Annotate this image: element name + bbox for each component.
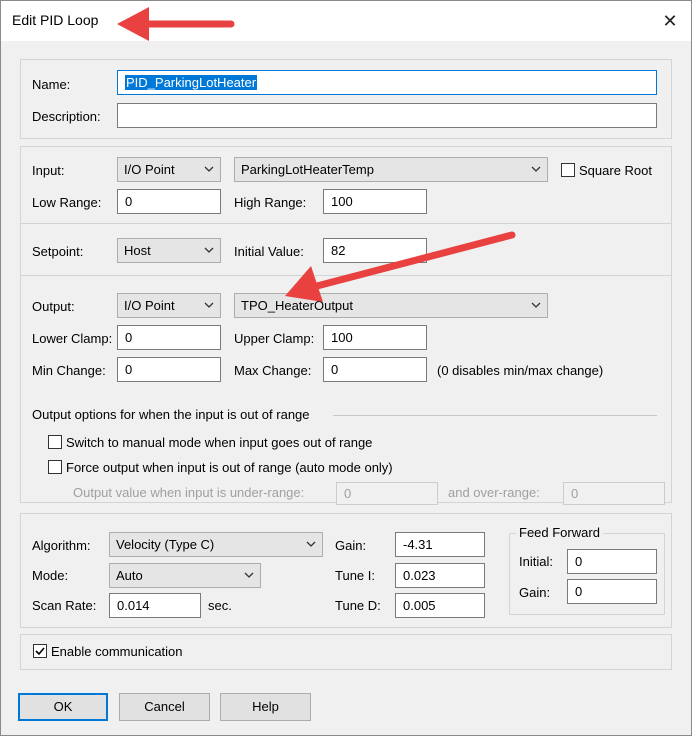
chevron-down-icon xyxy=(531,302,541,308)
setpoint-type-select[interactable]: Host xyxy=(117,238,221,263)
algorithm-select[interactable]: Velocity (Type C) xyxy=(109,532,323,557)
mode-label: Mode: xyxy=(32,568,69,583)
force-output-label: Force output when input is out of range … xyxy=(66,460,393,475)
close-icon[interactable]: ✕ xyxy=(659,10,681,32)
over-range-label: and over-range: xyxy=(448,485,540,500)
lower-clamp-input[interactable]: 0 xyxy=(117,325,221,350)
chevron-down-icon xyxy=(306,541,316,547)
description-label: Description: xyxy=(32,109,101,124)
input-type-value: I/O Point xyxy=(124,162,175,177)
chevron-down-icon xyxy=(204,302,214,308)
scan-rate-label: Scan Rate: xyxy=(32,598,97,613)
initial-value-input[interactable]: 82 xyxy=(323,238,427,263)
output-label: Output: xyxy=(32,299,75,314)
output-type-value: I/O Point xyxy=(124,298,175,313)
high-range-label: High Range: xyxy=(234,195,307,210)
input-type-select[interactable]: I/O Point xyxy=(117,157,221,182)
enable-communication-label: Enable communication xyxy=(51,644,183,659)
max-change-label: Max Change: xyxy=(234,363,312,378)
name-label: Name: xyxy=(32,77,71,92)
tune-d-label: Tune D: xyxy=(335,598,381,613)
mode-value: Auto xyxy=(116,568,143,583)
chevron-down-icon xyxy=(204,247,214,253)
square-root-label: Square Root xyxy=(579,163,652,178)
output-type-select[interactable]: I/O Point xyxy=(117,293,221,318)
help-button[interactable]: Help xyxy=(220,693,311,721)
change-note: (0 disables min/max change) xyxy=(437,363,604,378)
enable-communication-checkbox[interactable] xyxy=(33,644,47,658)
output-point-value: TPO_HeaterOutput xyxy=(241,298,353,313)
ok-button[interactable]: OK xyxy=(18,693,108,721)
algorithm-value: Velocity (Type C) xyxy=(116,537,215,552)
ff-initial-label: Initial: xyxy=(519,554,553,569)
range-options-group-label: Output options for when the input is out… xyxy=(32,407,310,422)
setpoint-type-value: Host xyxy=(124,243,151,258)
square-root-checkbox[interactable] xyxy=(561,163,575,177)
edit-pid-loop-dialog: Edit PID Loop ✕ Name: PID_ParkingLotHeat… xyxy=(0,0,692,736)
chevron-down-icon xyxy=(531,166,541,172)
ff-gain-label: Gain: xyxy=(519,585,551,600)
divider xyxy=(21,223,671,224)
over-range-input[interactable]: 0 xyxy=(563,482,665,505)
gain-label: Gain: xyxy=(335,538,367,553)
ff-gain-input[interactable]: 0 xyxy=(567,579,657,604)
window-title: Edit PID Loop xyxy=(12,12,99,28)
under-range-input[interactable]: 0 xyxy=(336,482,438,505)
mode-select[interactable]: Auto xyxy=(109,563,261,588)
lower-clamp-label: Lower Clamp: xyxy=(32,331,113,346)
min-change-label: Min Change: xyxy=(32,363,106,378)
input-point-value: ParkingLotHeaterTemp xyxy=(241,162,374,177)
tune-i-input[interactable]: 0.023 xyxy=(395,563,485,588)
high-range-input[interactable]: 100 xyxy=(323,189,427,214)
input-point-select[interactable]: ParkingLotHeaterTemp xyxy=(234,157,548,182)
under-range-label: Output value when input is under-range: xyxy=(73,485,305,500)
upper-clamp-label: Upper Clamp: xyxy=(234,331,315,346)
force-output-checkbox[interactable] xyxy=(48,460,62,474)
divider xyxy=(21,275,671,276)
group-rule xyxy=(333,415,657,416)
output-point-select[interactable]: TPO_HeaterOutput xyxy=(234,293,548,318)
manual-mode-checkbox[interactable] xyxy=(48,435,62,449)
min-change-input[interactable]: 0 xyxy=(117,357,221,382)
tune-d-input[interactable]: 0.005 xyxy=(395,593,485,618)
feed-forward-label: Feed Forward xyxy=(516,525,603,541)
communication-section: Enable communication xyxy=(20,634,672,670)
manual-mode-label: Switch to manual mode when input goes ou… xyxy=(66,435,373,450)
max-change-input[interactable]: 0 xyxy=(323,357,427,382)
gain-input[interactable]: -4.31 xyxy=(395,532,485,557)
ff-initial-input[interactable]: 0 xyxy=(567,549,657,574)
title-bar: Edit PID Loop ✕ xyxy=(1,1,691,41)
input-label: Input: xyxy=(32,163,65,178)
algorithm-label: Algorithm: xyxy=(32,538,91,553)
low-range-input[interactable]: 0 xyxy=(117,189,221,214)
initial-value-label: Initial Value: xyxy=(234,244,304,259)
checkmark-icon xyxy=(35,647,45,656)
low-range-label: Low Range: xyxy=(32,195,102,210)
scan-rate-input[interactable]: 0.014 xyxy=(109,593,201,618)
chevron-down-icon xyxy=(204,166,214,172)
cancel-button[interactable]: Cancel xyxy=(119,693,210,721)
description-input[interactable] xyxy=(117,103,657,128)
name-value: PID_ParkingLotHeater xyxy=(125,75,258,90)
setpoint-label: Setpoint: xyxy=(32,244,84,259)
name-input[interactable]: PID_ParkingLotHeater xyxy=(117,70,657,95)
io-section: Input: I/O Point ParkingLotHeaterTemp Sq… xyxy=(20,146,672,505)
scan-rate-unit: sec. xyxy=(208,598,232,613)
tune-i-label: Tune I: xyxy=(335,568,375,583)
upper-clamp-input[interactable]: 100 xyxy=(323,325,427,350)
tuning-section: Algorithm: Velocity (Type C) Mode: Auto … xyxy=(20,513,672,628)
chevron-down-icon xyxy=(244,572,254,578)
identity-section: Name: PID_ParkingLotHeater Description: xyxy=(20,59,672,139)
